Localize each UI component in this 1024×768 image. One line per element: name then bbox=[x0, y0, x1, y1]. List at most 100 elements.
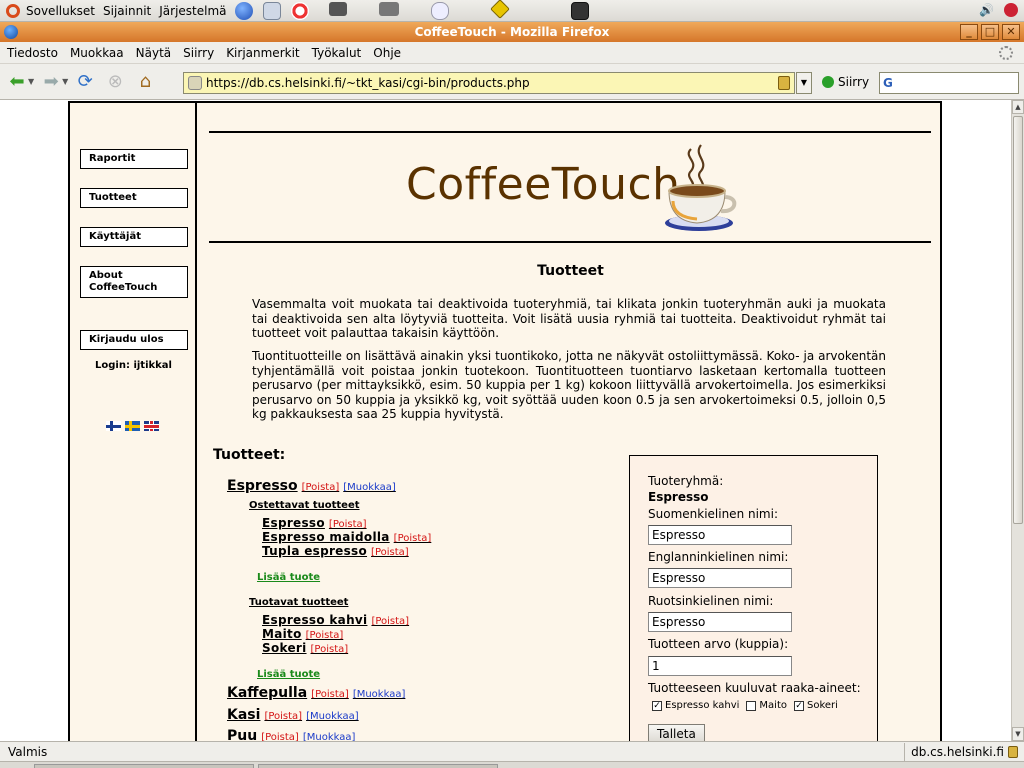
go-button[interactable]: Siirry bbox=[822, 75, 869, 89]
group-name-link[interactable]: Kaffepulla bbox=[227, 685, 307, 701]
padlock-icon[interactable] bbox=[1008, 746, 1018, 758]
maximize-button[interactable]: □ bbox=[981, 24, 999, 40]
taskbar-window-button[interactable] bbox=[258, 764, 498, 768]
edit-link[interactable]: [Muokkaa] bbox=[303, 732, 356, 741]
group-name-link[interactable]: Puu bbox=[227, 728, 257, 741]
sidebar-item-about[interactable]: About CoffeeTouch bbox=[80, 266, 188, 298]
product-link[interactable]: Espresso maidolla bbox=[262, 530, 390, 544]
terminal-launcher-icon[interactable] bbox=[570, 1, 589, 20]
delete-link[interactable]: [Poista] bbox=[261, 732, 299, 741]
reload-icon[interactable]: ⟳ bbox=[72, 69, 98, 95]
minimize-button[interactable]: _ bbox=[960, 24, 978, 40]
products-heading: Tuotteet: bbox=[213, 447, 286, 463]
sidebar-item-logout[interactable]: Kirjaudu ulos bbox=[80, 330, 188, 350]
product-link[interactable]: Sokeri bbox=[262, 641, 307, 655]
produced-products-heading[interactable]: Tuotavat tuotteet bbox=[249, 597, 348, 608]
delete-link[interactable]: [Poista] bbox=[311, 689, 349, 700]
search-input[interactable]: G bbox=[879, 72, 1019, 94]
group-kaffepulla: Kaffepulla [Poista] [Muokkaa] bbox=[227, 685, 405, 701]
group-name-link[interactable]: Kasi bbox=[227, 707, 260, 723]
delete-link[interactable]: [Poista] bbox=[311, 644, 349, 655]
browser-navbar: ⬅ ▼ ➡ ▼ ⟳ ⊗ ⌂ https://db.cs.helsinki.fi/… bbox=[0, 64, 1024, 100]
save-button[interactable]: Talleta bbox=[648, 724, 705, 741]
volume-icon[interactable]: 🔊 bbox=[979, 3, 994, 17]
product-link[interactable]: Tupla espresso bbox=[262, 544, 367, 558]
padlock-icon[interactable] bbox=[778, 76, 790, 90]
back-arrow-icon[interactable]: ⬅ bbox=[4, 69, 30, 95]
group-name-link[interactable]: Espresso bbox=[227, 478, 298, 494]
login-info: Login: ijtikkal bbox=[95, 360, 172, 371]
delete-link[interactable]: [Poista] bbox=[264, 711, 302, 722]
delete-link[interactable]: [Poista] bbox=[329, 519, 367, 530]
site-identity-icon[interactable] bbox=[188, 76, 202, 90]
menu-view[interactable]: Näytä bbox=[136, 46, 172, 60]
stop-icon[interactable]: ⊗ bbox=[102, 69, 128, 95]
help-launcher-icon[interactable] bbox=[290, 1, 309, 20]
window-title: CoffeeTouch - Mozilla Firefox bbox=[414, 25, 610, 39]
back-dropdown-icon[interactable]: ▼ bbox=[28, 77, 34, 86]
scroll-thumb[interactable] bbox=[1013, 116, 1023, 524]
intro-paragraph-2: Tuontituotteille on lisättävä ainakin yk… bbox=[252, 349, 886, 421]
screenshot-launcher-icon[interactable] bbox=[378, 1, 399, 16]
english-flag-icon[interactable] bbox=[144, 421, 159, 431]
delete-link[interactable]: [Poista] bbox=[371, 547, 409, 558]
english-name-input[interactable] bbox=[648, 568, 792, 588]
panel-menu-applications[interactable]: Sovellukset bbox=[26, 4, 95, 18]
menu-tools[interactable]: Työkalut bbox=[312, 46, 362, 60]
taskbar-window-button[interactable] bbox=[34, 764, 254, 768]
add-product-link[interactable]: Lisää tuote bbox=[257, 669, 320, 680]
header-top-rule bbox=[209, 131, 931, 133]
panel-menu-system[interactable]: Järjestelmä bbox=[159, 4, 226, 18]
menu-bookmarks[interactable]: Kirjanmerkit bbox=[226, 46, 299, 60]
mail-launcher-icon[interactable] bbox=[262, 1, 281, 20]
product-value-input[interactable] bbox=[648, 656, 792, 676]
firefox-launcher-icon[interactable] bbox=[234, 1, 253, 20]
menu-go[interactable]: Siirry bbox=[183, 46, 214, 60]
forward-dropdown-icon[interactable]: ▼ bbox=[62, 77, 68, 86]
firefox-window-icon[interactable] bbox=[4, 25, 18, 39]
quit-icon[interactable] bbox=[1004, 3, 1018, 17]
forward-arrow-icon[interactable]: ➡ bbox=[38, 69, 64, 95]
ingredient-checkbox-sokeri[interactable]: ✓ bbox=[794, 700, 804, 711]
url-bar[interactable]: https://db.cs.helsinki.fi/~tkt_kasi/cgi-… bbox=[183, 72, 795, 94]
delete-link[interactable]: [Poista] bbox=[371, 616, 409, 627]
sidebar-item-products[interactable]: Tuotteet bbox=[80, 188, 188, 208]
gnome-top-panel: Sovellukset Sijainnit Järjestelmä 🔊 bbox=[0, 0, 1024, 22]
camera-launcher-icon[interactable] bbox=[328, 1, 347, 16]
google-search-icon[interactable]: G bbox=[883, 76, 897, 90]
url-history-dropdown[interactable]: ▼ bbox=[796, 72, 812, 94]
vertical-scrollbar[interactable]: ▲ ▼ bbox=[1011, 100, 1024, 741]
ingredient-checkbox-maito[interactable] bbox=[746, 700, 757, 711]
menu-help[interactable]: Ohje bbox=[373, 46, 401, 60]
delete-link[interactable]: [Poista] bbox=[394, 533, 432, 544]
product-link[interactable]: Espresso bbox=[262, 516, 325, 530]
edit-link[interactable]: [Muokkaa] bbox=[343, 482, 396, 493]
scroll-down-icon[interactable]: ▼ bbox=[1012, 727, 1024, 741]
edit-link[interactable]: [Muokkaa] bbox=[306, 711, 359, 722]
sidebar-item-users[interactable]: Käyttäjät bbox=[80, 227, 188, 247]
swedish-flag-icon[interactable] bbox=[125, 421, 140, 431]
document-launcher-icon[interactable] bbox=[430, 1, 449, 20]
sidebar-item-reports[interactable]: Raportit bbox=[80, 149, 188, 169]
finnish-flag-icon[interactable] bbox=[106, 421, 121, 431]
close-button[interactable]: ✕ bbox=[1002, 24, 1020, 40]
swedish-name-input[interactable] bbox=[648, 612, 792, 632]
edit-link[interactable]: [Muokkaa] bbox=[353, 689, 406, 700]
product-link[interactable]: Espresso kahvi bbox=[262, 613, 367, 627]
product-link[interactable]: Maito bbox=[262, 627, 302, 641]
delete-link[interactable]: [Poista] bbox=[306, 630, 344, 641]
status-text: Valmis bbox=[8, 744, 48, 759]
url-text[interactable]: https://db.cs.helsinki.fi/~tkt_kasi/cgi-… bbox=[206, 76, 530, 90]
menu-edit[interactable]: Muokkaa bbox=[70, 46, 124, 60]
panel-menu-places[interactable]: Sijainnit bbox=[103, 4, 151, 18]
delete-link[interactable]: [Poista] bbox=[302, 482, 340, 493]
ingredient-checkbox-espresso-kahvi[interactable]: ✓ bbox=[652, 700, 662, 711]
bought-products-heading[interactable]: Ostettavat tuotteet bbox=[249, 500, 360, 511]
ubuntu-logo-icon[interactable] bbox=[6, 3, 20, 18]
help-diamond-icon[interactable] bbox=[489, 0, 510, 19]
add-product-link[interactable]: Lisää tuote bbox=[257, 572, 320, 583]
menu-file[interactable]: Tiedosto bbox=[7, 46, 58, 60]
finnish-name-input[interactable] bbox=[648, 525, 792, 545]
home-icon[interactable]: ⌂ bbox=[132, 69, 158, 95]
scroll-up-icon[interactable]: ▲ bbox=[1012, 100, 1024, 114]
